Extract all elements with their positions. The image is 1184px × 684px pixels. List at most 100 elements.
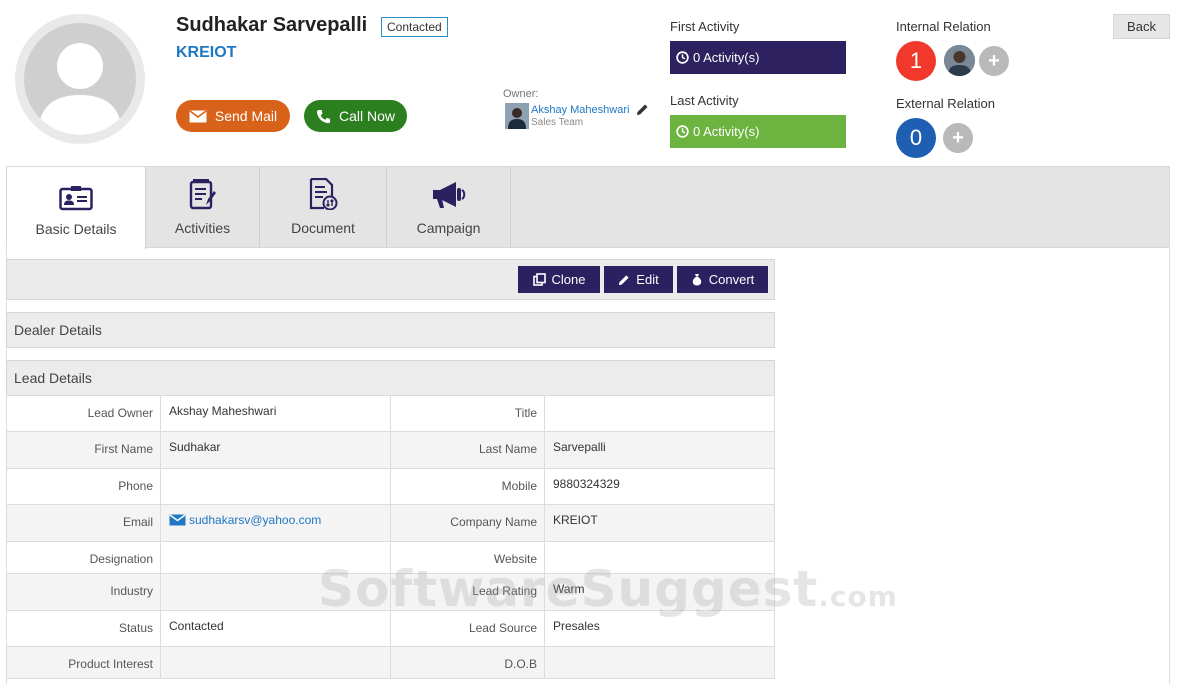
field-label-text: Title [514, 406, 537, 420]
add-external-relation-button[interactable]: + [943, 123, 973, 153]
document-icon [309, 178, 338, 210]
field-label-text: Industry [110, 584, 153, 598]
clock-icon [676, 51, 689, 64]
field-label: Phone [6, 468, 161, 505]
lead-avatar [15, 14, 145, 144]
tab-bar: Basic Details Activities Document Campai… [6, 166, 1170, 249]
field-value-text: KREIOT [553, 513, 598, 527]
first-activity-value: 0 Activity(s) [693, 50, 760, 65]
relation-photo-icon [944, 45, 975, 76]
field-label: Product Interest [6, 646, 161, 679]
field-value: Sarvepalli [544, 431, 775, 469]
field-value [544, 646, 775, 679]
internal-relation-count[interactable]: 1 [896, 41, 936, 81]
field-label-text: First Name [94, 442, 153, 456]
megaphone-icon [432, 182, 465, 208]
table-row: Lead Owner Akshay Maheshwari Title [6, 395, 775, 432]
edit-owner-icon[interactable] [636, 103, 649, 119]
field-label: Status [6, 610, 161, 647]
first-activity-box[interactable]: 0 Activity(s) [670, 41, 846, 74]
field-label: Title [390, 395, 545, 432]
email-link[interactable]: sudhakarsv@yahoo.com [169, 513, 321, 527]
field-value [160, 646, 391, 679]
field-label-text: Product Interest [68, 657, 153, 671]
field-label: Email [6, 504, 161, 542]
table-row: Phone Mobile 9880324329 [6, 468, 775, 505]
edit-label: Edit [636, 272, 659, 287]
field-value: KREIOT [544, 504, 775, 542]
watermark-suffix: .com [818, 580, 898, 613]
id-card-icon [59, 186, 93, 211]
lead-details-section[interactable]: Lead Details [6, 360, 775, 396]
table-row: Email sudhakarsv@yahoo.com Company Name KRE… [6, 504, 775, 542]
field-label: Industry [6, 573, 161, 611]
tab-document[interactable]: Document [260, 167, 387, 248]
clone-button[interactable]: Clone [518, 266, 600, 293]
add-internal-relation-button[interactable]: + [979, 46, 1009, 76]
field-value-text: Sarvepalli [553, 440, 606, 454]
field-value: 9880324329 [544, 468, 775, 505]
tab-activities[interactable]: Activities [146, 167, 260, 248]
envelope-icon [169, 514, 186, 526]
internal-relation-avatar[interactable] [944, 45, 975, 76]
field-label-text: Designation [89, 552, 153, 566]
field-value: Akshay Maheshwari [160, 395, 391, 432]
clone-label: Clone [551, 272, 586, 287]
field-value: Sudhakar [160, 431, 391, 469]
back-button[interactable]: Back [1113, 14, 1170, 39]
tab-campaign[interactable]: Campaign [387, 167, 511, 248]
field-value: sudhakarsv@yahoo.com [160, 504, 391, 542]
lead-details-table: Lead Owner Akshay Maheshwari Title First Na… [6, 395, 775, 679]
company-name[interactable]: KREIOT [176, 44, 236, 62]
user-silhouette-icon [38, 43, 122, 135]
call-now-button[interactable]: Call Now [304, 100, 407, 132]
field-label: Company Name [390, 504, 545, 542]
field-value-text: Presales [553, 619, 600, 633]
last-activity-value: 0 Activity(s) [693, 124, 760, 139]
internal-relation-label: Internal Relation [896, 19, 991, 34]
send-mail-button[interactable]: Send Mail [176, 100, 290, 132]
field-label: First Name [6, 431, 161, 469]
first-activity-label: First Activity [670, 19, 740, 34]
external-relation-label: External Relation [896, 96, 995, 111]
field-label: D.O.B [390, 646, 545, 679]
field-label-text: Phone [118, 479, 153, 493]
field-value-text: 9880324329 [553, 477, 620, 491]
phone-icon [316, 109, 331, 123]
owner-name-link[interactable]: Akshay Maheshwari [531, 104, 629, 116]
external-relation-count[interactable]: 0 [896, 118, 936, 158]
edit-button[interactable]: Edit [604, 266, 673, 293]
field-label-text: Email [122, 515, 153, 529]
convert-button[interactable]: Convert [677, 266, 768, 293]
field-label-text: Status [118, 621, 153, 635]
owner-avatar [505, 103, 529, 129]
field-label: Designation [6, 541, 161, 574]
convert-label: Convert [708, 272, 755, 287]
tab-label: Basic Details [35, 221, 117, 237]
owner-label: Owner: [503, 88, 539, 100]
field-label: Last Name [390, 431, 545, 469]
table-row: First Name Sudhakar Last Name Sarvepalli [6, 431, 775, 469]
field-label: Lead Owner [6, 395, 161, 432]
owner-team: Sales Team [531, 117, 584, 128]
field-label-text: Lead Source [468, 621, 537, 635]
field-label-text: Company Name [450, 515, 537, 529]
field-value [160, 468, 391, 505]
tab-label: Campaign [416, 220, 481, 236]
email-text: sudhakarsv@yahoo.com [189, 513, 322, 527]
dealer-details-section[interactable]: Dealer Details [6, 312, 775, 348]
field-value-text: Contacted [169, 619, 224, 633]
field-label-text: Lead Owner [87, 406, 153, 420]
field-label-text: D.O.B [504, 657, 537, 671]
clone-icon [532, 273, 546, 286]
send-mail-label: Send Mail [214, 108, 278, 124]
last-activity-box[interactable]: 0 Activity(s) [670, 115, 846, 148]
watermark-text: SoftwareSuggest [318, 560, 819, 618]
tab-basic-details[interactable]: Basic Details [7, 167, 146, 249]
pencil-icon [619, 274, 629, 285]
call-now-label: Call Now [338, 108, 395, 124]
tab-label: Document [291, 220, 355, 236]
table-row: Product Interest D.O.B [6, 646, 775, 679]
field-label-text: Mobile [501, 479, 537, 493]
field-value [544, 395, 775, 432]
